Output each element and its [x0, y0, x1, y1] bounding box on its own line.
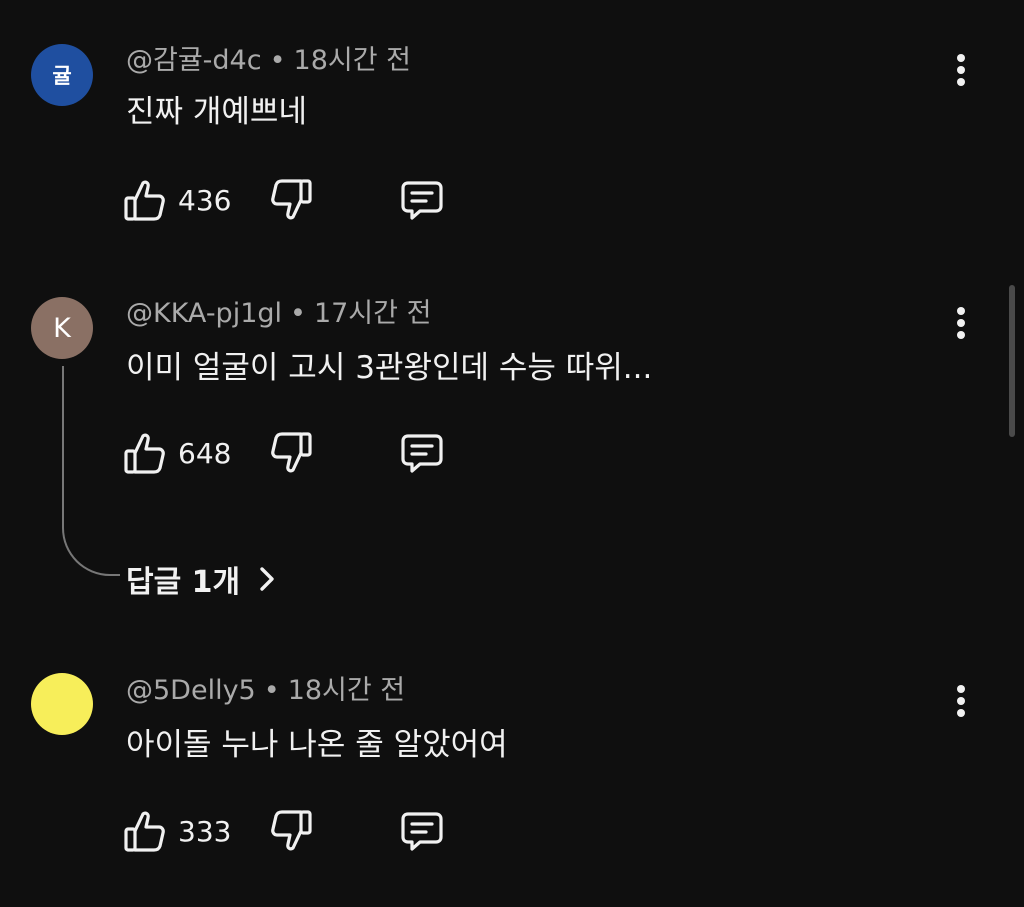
author-name[interactable]: @KKA-pj1gl — [126, 298, 282, 329]
comment-time: 17시간 전 — [313, 298, 432, 329]
reply-button[interactable] — [400, 808, 444, 854]
like-button[interactable]: 333 — [124, 808, 231, 854]
like-count: 333 — [178, 814, 232, 848]
author-name[interactable]: @감귤-d4c — [126, 45, 262, 76]
more-vert-icon — [956, 53, 966, 91]
reply-comment-icon — [400, 809, 444, 853]
comment-actions: 436 — [124, 177, 464, 223]
thumbs-up-icon — [124, 178, 166, 222]
reply-comment-icon — [400, 178, 444, 222]
more-vert-icon — [956, 306, 966, 344]
separator-dot: • — [263, 675, 280, 706]
like-count: 436 — [178, 183, 232, 217]
comment-text: 이미 얼굴이 고시 3관왕인데 수능 따위... — [126, 350, 653, 386]
reply-thread-line — [62, 366, 120, 576]
like-button[interactable]: 648 — [124, 430, 231, 476]
more-options-button[interactable] — [944, 683, 978, 723]
view-replies-button[interactable]: 답글 1개 — [126, 557, 276, 601]
thumbs-up-icon — [124, 809, 166, 853]
comment-text: 아이돌 누나 나온 줄 알았어여 — [126, 727, 508, 763]
comment-header: @KKA-pj1gl • 17시간 전 — [126, 297, 431, 331]
more-options-button[interactable] — [944, 305, 978, 345]
scrollbar[interactable] — [1009, 285, 1015, 437]
thumbs-down-icon — [270, 809, 312, 853]
comment-time: 18시간 전 — [287, 675, 406, 706]
avatar[interactable]: 귤 — [31, 44, 93, 106]
more-options-button[interactable] — [944, 52, 978, 92]
avatar[interactable] — [31, 673, 93, 735]
separator-dot: • — [269, 45, 286, 76]
comment-actions: 648 — [124, 430, 464, 476]
chevron-right-icon — [258, 565, 276, 593]
comment-actions: 333 — [124, 808, 464, 854]
thumbs-down-icon — [270, 431, 312, 475]
like-count: 648 — [178, 436, 232, 470]
reply-comment-icon — [400, 431, 444, 475]
thumbs-down-icon — [270, 178, 312, 222]
thumbs-up-icon — [124, 431, 166, 475]
comment-time: 18시간 전 — [293, 45, 411, 76]
avatar[interactable]: K — [31, 297, 93, 359]
more-vert-icon — [956, 684, 966, 722]
author-name[interactable]: @5Delly5 — [126, 675, 256, 706]
comment-text: 진짜 개예쁘네 — [126, 94, 307, 130]
comment-header: @감귤-d4c • 18시간 전 — [126, 44, 411, 78]
dislike-button[interactable] — [270, 177, 312, 223]
dislike-button[interactable] — [270, 430, 312, 476]
comment-header: @5Delly5 • 18시간 전 — [126, 674, 405, 708]
reply-button[interactable] — [400, 430, 444, 476]
dislike-button[interactable] — [270, 808, 312, 854]
reply-button[interactable] — [400, 177, 444, 223]
like-button[interactable]: 436 — [124, 177, 231, 223]
separator-dot: • — [290, 298, 306, 329]
replies-label: 답글 1개 — [126, 565, 241, 600]
